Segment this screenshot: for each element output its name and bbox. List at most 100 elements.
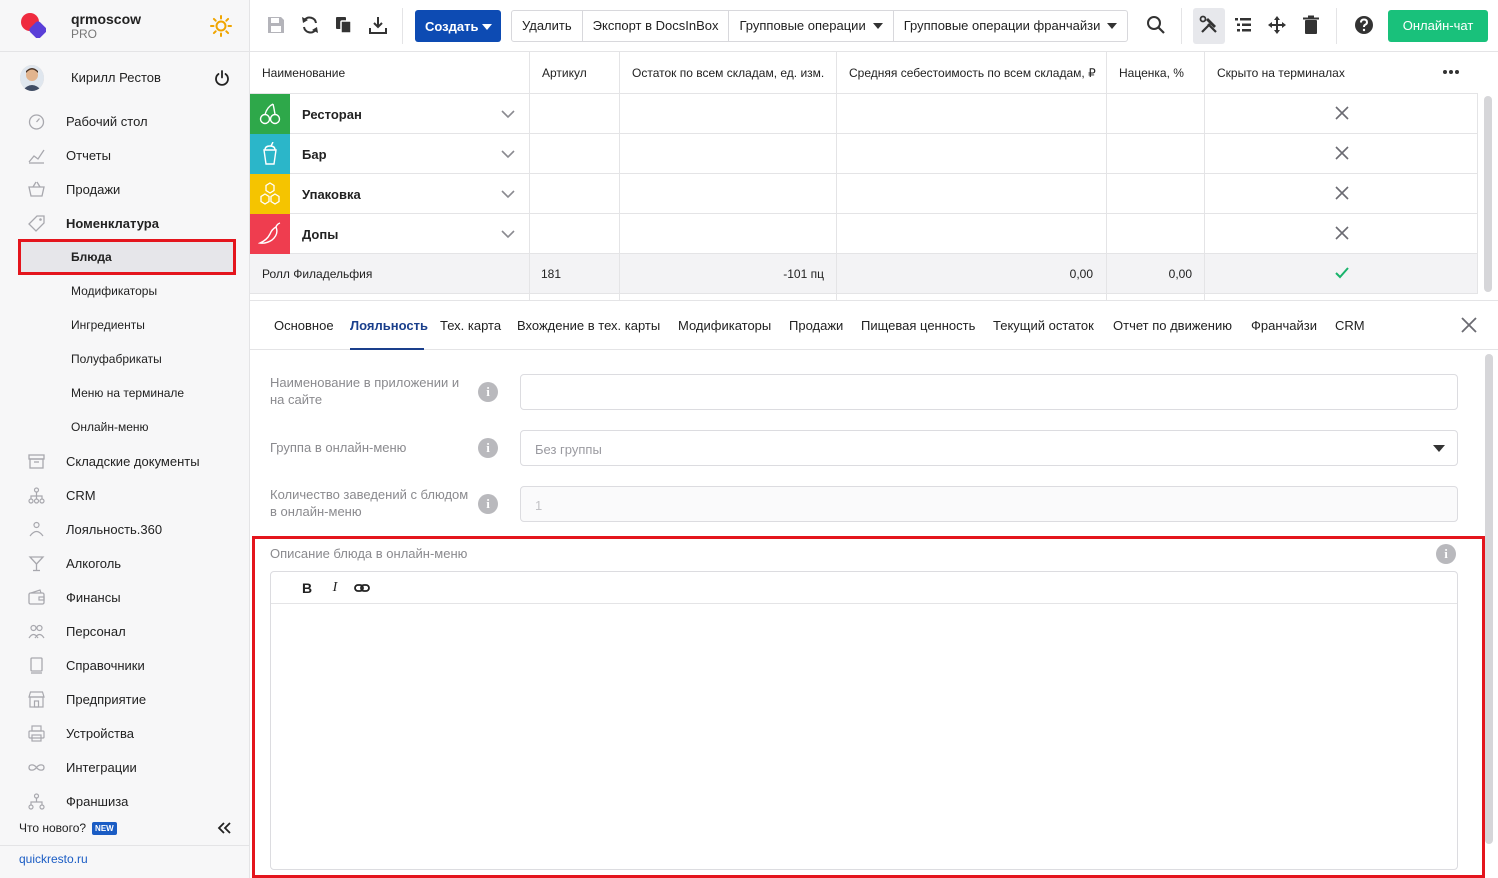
tab-nutrition[interactable]: Пищевая ценность — [861, 318, 975, 333]
tab-sales[interactable]: Продажи — [789, 318, 843, 333]
column-header-hidden-terminals[interactable]: Скрыто на терминалах — [1205, 52, 1478, 94]
tag-icon — [28, 215, 45, 232]
table-row-group[interactable]: Упаковка — [250, 174, 1478, 214]
tab-current-stock[interactable]: Текущий остаток — [993, 318, 1094, 333]
collapse-sidebar-icon[interactable] — [216, 820, 232, 836]
avatar[interactable] — [20, 65, 44, 91]
tab-movement-report[interactable]: Отчет по движению — [1113, 318, 1232, 333]
info-icon[interactable]: i — [1436, 544, 1456, 564]
editor-toolbar: B I — [271, 572, 1457, 604]
table-row-group[interactable]: Ресторан — [250, 94, 1478, 134]
gauge-icon — [28, 114, 45, 130]
group-operations-franchise-dropdown[interactable]: Групповые операции франчайзи — [894, 11, 1128, 41]
column-header-avg-cost[interactable]: Средняя себестоимость по всем складам, ₽ — [837, 52, 1107, 94]
bold-button[interactable]: B — [299, 580, 315, 596]
column-header-article[interactable]: Артикул — [530, 52, 620, 94]
tab-tech-card-usage[interactable]: Вхождение в тех. карты — [517, 318, 660, 333]
search-icon[interactable] — [1146, 15, 1166, 35]
download-icon[interactable] — [368, 15, 388, 35]
table-row[interactable]: Ролл Филадельфия 181 -101 пц 0,00 0,00 — [250, 254, 1478, 294]
sidebar-item-label: Финансы — [66, 590, 121, 605]
sidebar-subitem-online-menu[interactable]: Онлайн-меню — [20, 411, 234, 443]
table-row-group[interactable]: Допы — [250, 214, 1478, 254]
venues-count-label: Количество заведений с блюдом в онлайн-м… — [270, 487, 469, 519]
sidebar-subitem-terminal-menu[interactable]: Меню на терминале — [20, 377, 234, 409]
sidebar-item-reports[interactable]: Отчеты — [0, 140, 250, 170]
trash-icon[interactable] — [1301, 15, 1321, 35]
sidebar-item-nomenclature[interactable]: Номенклатура — [0, 208, 250, 238]
sidebar-item-label: Устройства — [66, 726, 135, 741]
whats-new-link[interactable]: Что нового? NEW — [19, 821, 117, 835]
site-link[interactable]: quickresto.ru — [19, 852, 88, 866]
italic-button[interactable]: I — [327, 580, 343, 596]
link-icon[interactable] — [354, 580, 370, 596]
copy-icon[interactable] — [334, 15, 354, 35]
actions-button-group: Удалить Экспорт в DocsInBox Групповые оп… — [511, 10, 1129, 42]
sidebar-subitem-label: Блюда — [71, 250, 112, 264]
help-icon[interactable] — [1354, 15, 1374, 35]
tab-modifiers[interactable]: Модификаторы — [678, 318, 771, 333]
info-icon[interactable]: i — [478, 382, 498, 402]
sidebar-item-references[interactable]: Справочники — [0, 650, 250, 680]
power-icon[interactable] — [214, 70, 230, 86]
cell-markup — [1107, 94, 1205, 134]
column-header-name[interactable]: Наименование — [250, 52, 530, 94]
close-icon[interactable] — [1461, 317, 1477, 333]
delete-button[interactable]: Удалить — [512, 11, 583, 41]
tools-icon[interactable] — [1199, 15, 1219, 35]
move-icon[interactable] — [1267, 15, 1287, 35]
sidebar-subitem-ingredients[interactable]: Ингредиенты — [20, 309, 234, 341]
chevron-down-icon[interactable] — [501, 147, 515, 161]
cell-stock — [620, 214, 837, 254]
list-tree-icon[interactable] — [1233, 15, 1253, 35]
chevron-down-icon[interactable] — [501, 107, 515, 121]
cell-article — [530, 94, 620, 134]
sidebar-item-label: Продажи — [66, 182, 121, 197]
save-icon[interactable] — [266, 15, 286, 35]
chevron-down-icon[interactable] — [501, 227, 515, 241]
app-name-input[interactable] — [520, 374, 1458, 410]
sidebar-item-enterprise[interactable]: Предприятие — [0, 684, 250, 714]
account-name[interactable]: qrmoscow — [71, 11, 141, 27]
sidebar-item-franchise[interactable]: Франшиза — [0, 786, 250, 816]
sidebar-subitem-semifinished[interactable]: Полуфабрикаты — [20, 343, 234, 375]
online-group-select[interactable]: Без группы — [520, 430, 1458, 466]
description-editor[interactable]: B I — [270, 571, 1458, 870]
sidebar-item-finance[interactable]: Финансы — [0, 582, 250, 612]
tab-loyalty[interactable]: Лояльность — [350, 318, 428, 333]
sidebar-subitem-dishes[interactable]: Блюда — [18, 239, 236, 275]
column-header-markup[interactable]: Наценка, % — [1107, 52, 1205, 94]
sidebar-item-alcohol[interactable]: Алкоголь — [0, 548, 250, 578]
tab-tech-card[interactable]: Тех. карта — [440, 318, 501, 333]
chevron-down-icon[interactable] — [501, 187, 515, 201]
sidebar-item-warehouse-docs[interactable]: Складские документы — [0, 446, 250, 476]
tab-franchisees[interactable]: Франчайзи — [1251, 318, 1317, 333]
more-options-icon[interactable] — [1441, 64, 1461, 80]
chevron-down-icon — [482, 24, 492, 30]
table-row-group[interactable]: Бар — [250, 134, 1478, 174]
create-button[interactable]: Создать — [415, 10, 501, 42]
export-docsinbox-button[interactable]: Экспорт в DocsInBox — [583, 11, 730, 41]
app-logo — [21, 13, 46, 38]
sidebar-subitem-modifiers[interactable]: Модификаторы — [20, 275, 234, 307]
group-tile — [250, 214, 290, 254]
detail-scrollbar[interactable] — [1485, 354, 1493, 844]
info-icon[interactable]: i — [478, 438, 498, 458]
sidebar-item-integrations[interactable]: Интеграции — [0, 752, 250, 782]
group-operations-dropdown[interactable]: Групповые операции — [729, 11, 894, 41]
sidebar-item-devices[interactable]: Устройства — [0, 718, 250, 748]
tab-crm[interactable]: CRM — [1335, 318, 1365, 333]
sidebar-item-sales[interactable]: Продажи — [0, 174, 250, 204]
refresh-icon[interactable] — [300, 15, 320, 35]
table-scrollbar[interactable] — [1484, 96, 1492, 292]
tab-main[interactable]: Основное — [274, 318, 334, 333]
sidebar-item-desktop[interactable]: Рабочий стол — [0, 106, 250, 136]
info-icon[interactable]: i — [478, 494, 498, 514]
sun-icon[interactable] — [210, 15, 232, 37]
basket-icon — [28, 181, 45, 197]
sidebar-item-crm[interactable]: CRM — [0, 480, 250, 510]
column-header-stock[interactable]: Остаток по всем складам, ед. изм. — [620, 52, 837, 94]
sidebar-item-staff[interactable]: Персонал — [0, 616, 250, 646]
online-chat-button[interactable]: Онлайн-чат — [1388, 10, 1488, 42]
sidebar-item-loyalty360[interactable]: Лояльность.360 — [0, 514, 250, 544]
